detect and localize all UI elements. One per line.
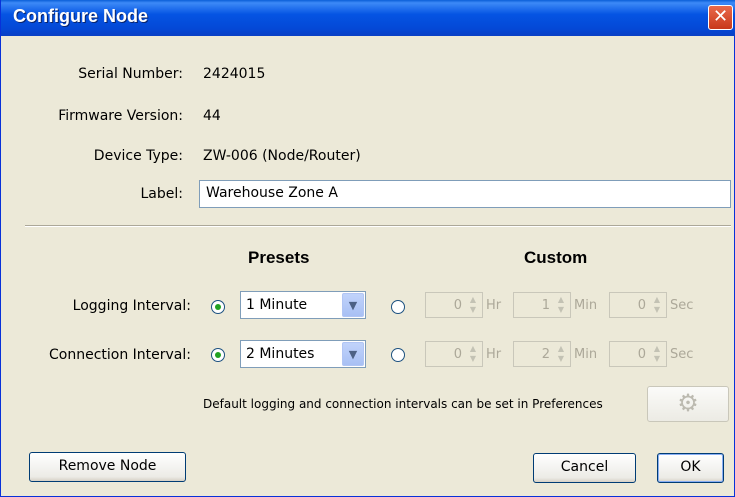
logging-preset-radio[interactable]	[211, 300, 225, 314]
remove-node-button[interactable]: Remove Node	[29, 452, 186, 482]
spinner-arrows-icon: ▲ ▼	[653, 295, 661, 314]
connection-custom-radio[interactable]	[391, 348, 405, 362]
serial-number-label: Serial Number:	[78, 66, 183, 82]
logging-preset-value: 1 Minute	[246, 297, 308, 313]
logging-sec-value: 0	[637, 298, 646, 313]
logging-sec-spinner[interactable]: 0 ▲ ▼	[609, 292, 667, 318]
spinner-arrows-icon: ▲ ▼	[469, 344, 477, 363]
logging-min-value: 1	[541, 298, 550, 313]
connection-min-value: 2	[541, 347, 550, 362]
spinner-arrows-icon: ▲ ▼	[557, 295, 565, 314]
configure-node-dialog: Configure Node ✕ Serial Number: 2424015 …	[0, 0, 735, 497]
close-button[interactable]: ✕	[708, 5, 733, 30]
chevron-down-icon: ▼	[342, 293, 364, 317]
chevron-down-icon: ▼	[342, 342, 364, 366]
device-type-label: Device Type:	[93, 148, 183, 164]
logging-custom-radio[interactable]	[391, 300, 405, 314]
preferences-note: Default logging and connection intervals…	[203, 397, 603, 411]
cancel-button[interactable]: Cancel	[533, 453, 636, 483]
presets-heading: Presets	[248, 248, 310, 267]
preferences-button[interactable]: ⚙	[647, 386, 729, 422]
connection-hr-value: 0	[453, 347, 462, 362]
label-input[interactable]: Warehouse Zone A	[199, 180, 731, 208]
logging-sec-unit: Sec	[670, 298, 694, 313]
connection-interval-label: Connection Interval:	[49, 347, 191, 363]
logging-hr-unit: Hr	[486, 298, 502, 313]
spinner-arrows-icon: ▲ ▼	[469, 295, 477, 314]
title-bar[interactable]: Configure Node ✕	[1, 0, 735, 36]
firmware-version-label: Firmware Version:	[58, 108, 183, 124]
divider	[25, 225, 731, 227]
ok-button[interactable]: OK	[657, 453, 724, 483]
connection-sec-spinner[interactable]: 0 ▲ ▼	[609, 341, 667, 367]
logging-preset-select[interactable]: 1 Minute ▼	[240, 291, 366, 319]
logging-hr-spinner[interactable]: 0 ▲ ▼	[425, 292, 483, 318]
custom-heading: Custom	[524, 248, 588, 267]
window-title: Configure Node	[13, 6, 148, 26]
logging-hr-value: 0	[453, 298, 462, 313]
connection-sec-value: 0	[637, 347, 646, 362]
radio-checked-dot	[215, 304, 221, 310]
connection-preset-value: 2 Minutes	[246, 346, 315, 362]
device-type-value: ZW-006 (Node/Router)	[203, 148, 361, 164]
firmware-version-value: 44	[203, 108, 221, 124]
connection-preset-select[interactable]: 2 Minutes ▼	[240, 340, 366, 368]
logging-min-unit: Min	[574, 298, 598, 313]
gear-icon: ⚙	[677, 389, 699, 417]
connection-hr-unit: Hr	[486, 347, 502, 362]
spinner-arrows-icon: ▲ ▼	[557, 344, 565, 363]
serial-number-value: 2424015	[203, 66, 266, 82]
spinner-arrows-icon: ▲ ▼	[653, 344, 661, 363]
close-icon: ✕	[712, 6, 729, 27]
connection-preset-radio[interactable]	[211, 348, 225, 362]
connection-min-spinner[interactable]: 2 ▲ ▼	[513, 341, 571, 367]
connection-hr-spinner[interactable]: 0 ▲ ▼	[425, 341, 483, 367]
radio-checked-dot	[215, 352, 221, 358]
connection-min-unit: Min	[574, 347, 598, 362]
logging-min-spinner[interactable]: 1 ▲ ▼	[513, 292, 571, 318]
connection-sec-unit: Sec	[670, 347, 694, 362]
label-field-label: Label:	[140, 186, 184, 202]
logging-interval-label: Logging Interval:	[72, 298, 191, 314]
